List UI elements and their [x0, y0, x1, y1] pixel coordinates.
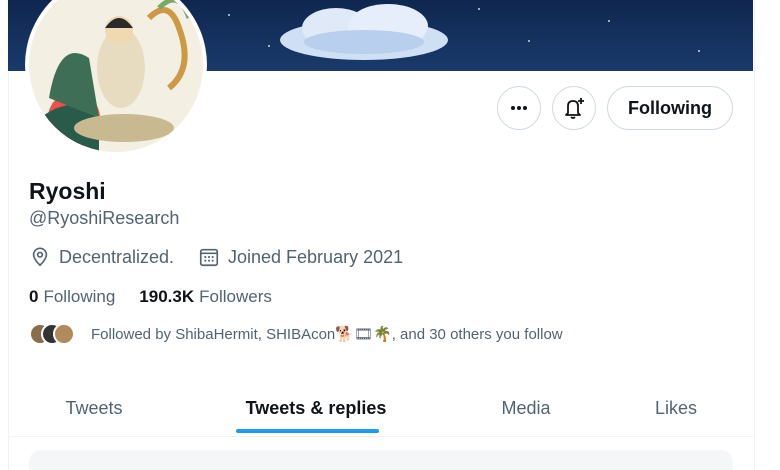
followers-label: Followers	[199, 287, 272, 306]
followers-count-link[interactable]: 190.3K Followers	[139, 287, 272, 307]
following-count-link[interactable]: 0 Following	[29, 287, 115, 307]
more-button[interactable]	[497, 86, 541, 130]
followed-by[interactable]: Followed by ShibaHermit, SHIBAcon 🐕🎞🌴 , …	[29, 323, 563, 345]
bell-plus-icon	[565, 98, 584, 119]
followers-count: 190.3K	[139, 287, 195, 306]
tab-tweets[interactable]: Tweets	[39, 380, 149, 436]
profile-handle: @RyoshiResearch	[29, 208, 180, 228]
timeline-card	[29, 450, 733, 470]
location: Decentralized.	[29, 246, 174, 268]
calendar-icon	[199, 248, 219, 267]
followed-by-suffix: , and 30 others you follow	[391, 325, 563, 343]
join-date: Joined February 2021	[198, 246, 403, 268]
location-text: Decentralized.	[59, 246, 175, 267]
tab-tweets-replies[interactable]: Tweets & replies	[231, 380, 401, 436]
notifications-button[interactable]	[552, 86, 596, 130]
location-pin-icon	[32, 247, 48, 267]
join-date-text: Joined February 2021	[228, 246, 404, 267]
tab-media[interactable]: Media	[471, 380, 581, 436]
following-label: Following	[43, 287, 116, 306]
followed-by-emoji: 🐕🎞🌴	[335, 326, 392, 343]
tab-likes[interactable]: Likes	[629, 380, 723, 436]
following-button[interactable]: Following	[607, 86, 733, 130]
followed-by-text: Followed by ShibaHermit, SHIBAcon	[91, 325, 336, 343]
active-tab-indicator	[236, 429, 379, 433]
cloud-image	[280, 4, 448, 60]
more-icon	[511, 106, 527, 110]
profile-tabs: Tweets Tweets & replies Media Likes	[9, 380, 753, 437]
profile-name: Ryoshi	[29, 178, 106, 204]
follow-counts: 0 Following 190.3K Followers	[29, 287, 296, 307]
follower-avatar	[53, 323, 75, 345]
following-count: 0	[29, 287, 39, 306]
